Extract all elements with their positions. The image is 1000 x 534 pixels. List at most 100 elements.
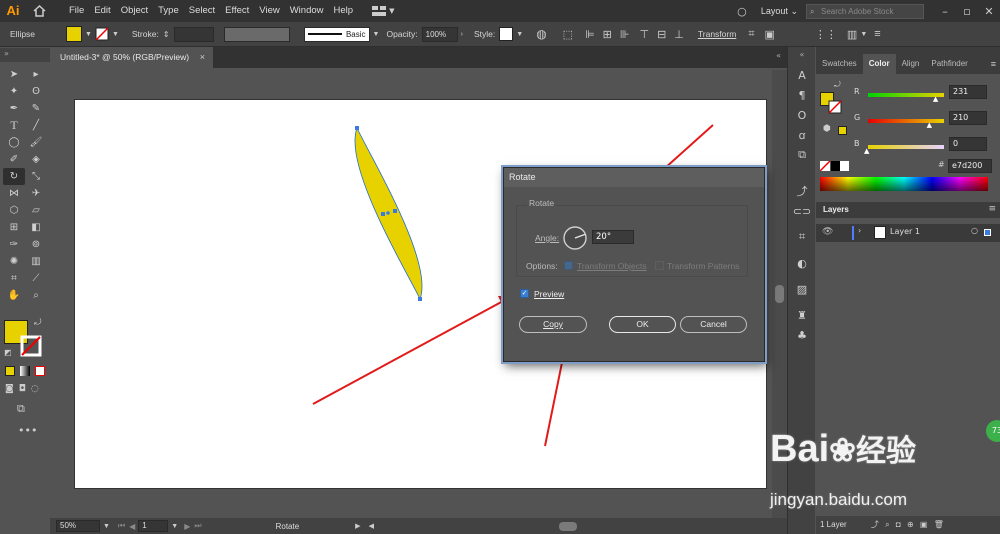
line-tool-icon[interactable]: ╱ — [25, 117, 47, 134]
gradient-mode-icon[interactable] — [20, 366, 30, 376]
width-tool-icon[interactable]: ⋈ — [3, 185, 25, 202]
slider-thumb-icon[interactable]: ▲ — [933, 95, 938, 103]
horizontal-scrollbar-thumb[interactable] — [558, 521, 577, 531]
align-to-icon[interactable]: ⬚ — [563, 28, 573, 41]
options-menu-icon[interactable]: ⋮⋮ — [815, 28, 837, 41]
selection-square-icon[interactable] — [984, 229, 991, 236]
paintbrush-tool-icon[interactable]: 🖌 — [25, 134, 47, 151]
blue-slider[interactable]: ▲ — [864, 145, 944, 155]
lightbulb-icon[interactable]: ○ — [731, 5, 753, 18]
links-panel-icon[interactable]: ⤴ — [788, 181, 816, 201]
last-artboard-icon[interactable]: ⏭ — [194, 521, 201, 531]
none-mode-icon[interactable] — [35, 366, 45, 376]
chevron-down-icon[interactable]: ▼ — [171, 523, 178, 530]
tab-align[interactable]: Align — [896, 54, 926, 74]
target-circle-icon[interactable]: ○ — [971, 226, 978, 235]
arrange-docs-icon[interactable]: ▥ — [847, 28, 857, 41]
screen-mode-icon[interactable]: ⧉ — [17, 402, 25, 416]
transform-link[interactable]: Transform — [698, 29, 736, 39]
ellipse-tool-icon[interactable]: ◯ — [3, 134, 25, 151]
align-right-icon[interactable]: ⊪ — [620, 28, 630, 41]
transform-patterns-checkbox[interactable] — [655, 261, 664, 270]
locate-object-icon[interactable]: ⌕ — [885, 520, 889, 529]
character-panel-icon[interactable]: A — [788, 65, 816, 85]
cancel-button[interactable]: Cancel — [680, 316, 747, 333]
slice-tool-icon[interactable]: ⟋ — [25, 270, 47, 287]
swap-fill-stroke-icon[interactable]: ⤾ — [34, 318, 42, 328]
panel-menu-icon[interactable]: ≡ — [988, 204, 996, 214]
zoom-level-select[interactable]: 50% — [56, 520, 100, 532]
hand-tool-icon[interactable]: ✋ — [3, 287, 25, 304]
scrollbar-thumb[interactable] — [775, 285, 784, 303]
panel-menu-icon[interactable]: ≡ — [874, 28, 880, 40]
stroke-box-none-icon[interactable] — [20, 335, 42, 357]
white-swatch[interactable] — [840, 161, 849, 171]
dialog-title[interactable]: Rotate — [504, 168, 764, 187]
red-slider[interactable]: ▲ — [868, 93, 944, 103]
workspace-switcher-icon[interactable]: ▼ — [372, 6, 397, 16]
slider-thumb-icon[interactable]: ▲ — [927, 121, 932, 129]
perspective-grid-tool-icon[interactable]: ▱ — [25, 202, 47, 219]
type-tool-icon[interactable]: T — [3, 117, 25, 134]
gradient-tool-icon[interactable]: ◧ — [25, 219, 47, 236]
curvature-tool-icon[interactable]: ✎ — [25, 100, 47, 117]
align-left-icon[interactable]: ⊫ — [585, 28, 595, 41]
pen-tool-icon[interactable]: ✒ — [3, 100, 25, 117]
slider-thumb-icon[interactable]: ▲ — [864, 147, 869, 155]
close-window-button[interactable]: ✕ — [978, 0, 1000, 22]
clipping-mask-icon[interactable]: ◘ — [896, 520, 901, 529]
symbols-panel-icon[interactable]: ♜ — [788, 305, 816, 325]
symbol-sprayer-tool-icon[interactable]: ✺ — [3, 253, 25, 270]
align-top-icon[interactable]: ⊤ — [639, 28, 649, 41]
hscroll-left-icon[interactable]: ◀ — [369, 522, 374, 530]
shaper-tool-icon[interactable]: ✐ — [3, 151, 25, 168]
expand-chevron-icon[interactable]: › — [858, 226, 861, 235]
stroke-none-icon[interactable] — [95, 27, 109, 41]
color-spectrum[interactable] — [820, 177, 988, 191]
menu-window[interactable]: Window — [285, 0, 329, 22]
chevron-down-icon[interactable]: ▼ — [112, 31, 119, 38]
graphic-styles-icon[interactable]: ▨ — [788, 279, 816, 299]
workspace-select[interactable]: Layout ⌄ — [753, 6, 806, 17]
default-fill-stroke-icon[interactable]: ◩ — [4, 348, 12, 357]
rotate-tool-icon[interactable]: ↻ — [3, 168, 25, 185]
menu-select[interactable]: Select — [184, 0, 220, 22]
black-swatch[interactable] — [831, 161, 840, 171]
transform-panel-icon[interactable]: ⌗ — [788, 227, 816, 247]
brush-select[interactable]: Basic — [303, 26, 370, 42]
first-artboard-icon[interactable]: ⏮ — [118, 521, 125, 531]
fill-color-swatch[interactable] — [66, 26, 82, 42]
recolor-icon[interactable]: ◍ — [536, 27, 546, 41]
opentype-panel-icon[interactable]: O — [788, 105, 816, 125]
layer-name[interactable]: Layer 1 — [890, 227, 920, 236]
blue-value-input[interactable]: 0 — [949, 137, 987, 151]
preview-checkbox[interactable]: ✓ — [520, 289, 529, 298]
shape-builder-tool-icon[interactable]: ⬡ — [3, 202, 25, 219]
appearance-panel-icon[interactable]: ◐ — [788, 253, 816, 273]
green-value-input[interactable]: 210 — [949, 111, 987, 125]
tab-swatches[interactable]: Swatches — [816, 54, 863, 74]
next-artboard-icon[interactable]: ▶ — [184, 522, 190, 531]
dock-collapse-icon[interactable]: « — [788, 47, 816, 61]
club-symbol-icon[interactable]: ♣ — [788, 325, 816, 345]
transform-objects-checkbox[interactable] — [564, 261, 573, 270]
prev-artboard-icon[interactable]: ◀ — [129, 522, 135, 531]
chevron-down-icon[interactable]: ▼ — [516, 31, 523, 38]
home-icon[interactable] — [28, 0, 50, 22]
selection-tool-icon[interactable]: ➤ — [3, 66, 25, 83]
red-value-input[interactable]: 231 — [949, 85, 987, 99]
layers-panel-title[interactable]: Layers — [823, 202, 849, 218]
align-middle-icon[interactable]: ⊟ — [657, 28, 666, 41]
document-tab[interactable]: Untitled-3* @ 50% (RGB/Preview) × — [50, 47, 213, 68]
eraser-tool-icon[interactable]: ◈ — [25, 151, 47, 168]
mesh-tool-icon[interactable]: ⊞ — [3, 219, 25, 236]
chevron-down-icon[interactable]: ▼ — [373, 31, 380, 38]
visibility-eye-icon[interactable]: 👁 — [822, 227, 833, 237]
export-icon[interactable]: ⤴ — [871, 520, 879, 529]
graphic-style-swatch[interactable] — [499, 27, 514, 41]
menu-edit[interactable]: Edit — [89, 0, 115, 22]
menu-object[interactable]: Object — [116, 0, 153, 22]
draw-inside-icon[interactable]: ◌ — [31, 384, 39, 394]
menu-file[interactable]: File — [64, 0, 89, 22]
chevron-right-icon[interactable]: › — [461, 31, 463, 38]
